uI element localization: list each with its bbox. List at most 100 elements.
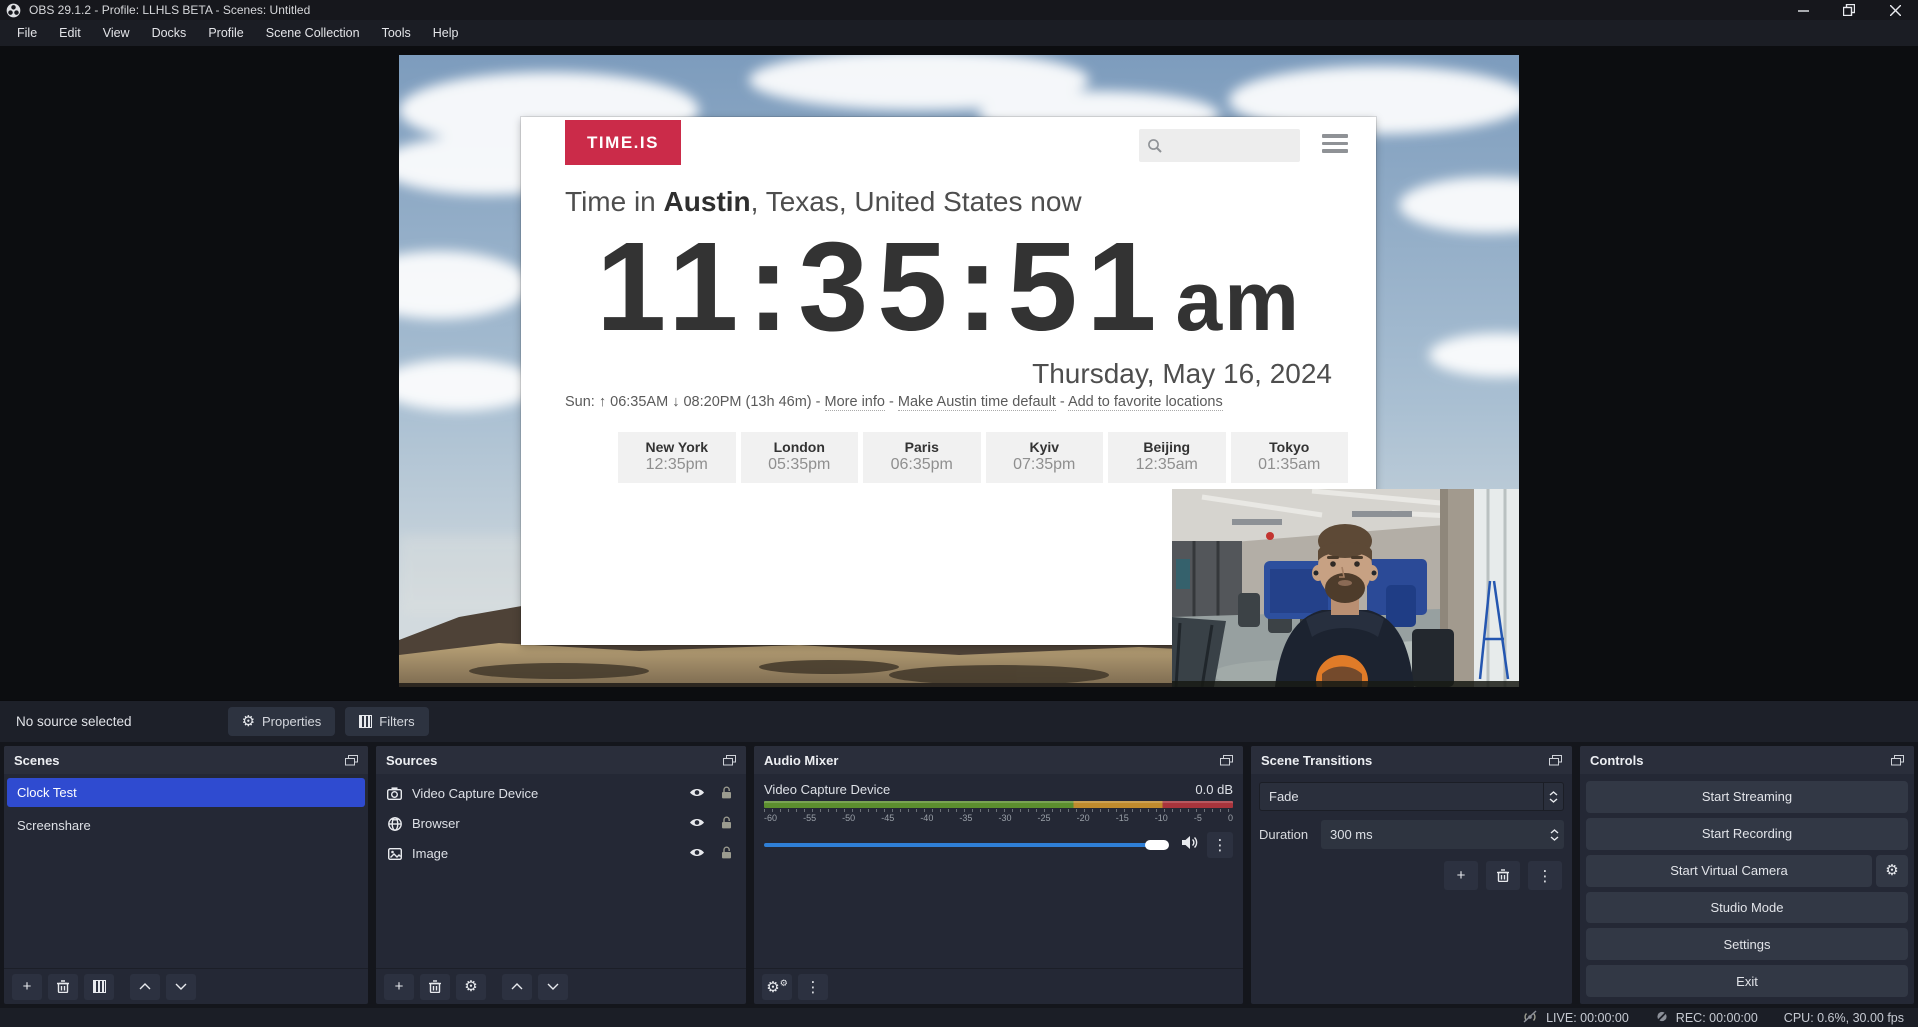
- timeis-logo[interactable]: TIME.IS: [565, 120, 681, 165]
- source-down-button[interactable]: [538, 974, 568, 1000]
- popout-icon[interactable]: [1220, 755, 1233, 766]
- title-bar: OBS 29.1.2 - Profile: LLHLS BETA - Scene…: [0, 0, 1918, 20]
- combo-arrows-icon[interactable]: [1543, 783, 1563, 810]
- live-time: LIVE: 00:00:00: [1546, 1011, 1629, 1025]
- city-newyork[interactable]: New York12:35pm: [618, 432, 736, 483]
- source-properties-button[interactable]: ⚙: [456, 974, 486, 1000]
- channel-options-button[interactable]: ⋮: [1207, 832, 1233, 858]
- scene-filters-button[interactable]: [84, 974, 114, 1000]
- mixer-db-value: 0.0 dB: [1195, 782, 1233, 797]
- sources-title: Sources: [386, 753, 437, 768]
- restore-button[interactable]: [1826, 0, 1872, 20]
- minimize-button[interactable]: [1780, 0, 1826, 20]
- lock-icon[interactable]: [721, 816, 732, 832]
- volume-slider[interactable]: [764, 835, 1174, 855]
- scene-item-screenshare[interactable]: Screenshare: [7, 811, 365, 840]
- obs-window: OBS 29.1.2 - Profile: LLHLS BETA - Scene…: [0, 0, 1918, 1027]
- advanced-audio-button[interactable]: ⚙⚙: [762, 974, 792, 1000]
- audio-mixer-title: Audio Mixer: [764, 753, 838, 768]
- scene-up-button[interactable]: [130, 974, 160, 1000]
- add-transition-button[interactable]: +: [1444, 861, 1478, 890]
- visibility-eye-icon[interactable]: [689, 786, 705, 801]
- obs-logo-icon: [6, 3, 21, 18]
- camera-icon: [386, 787, 403, 800]
- start-recording-button[interactable]: Start Recording: [1586, 818, 1908, 850]
- scenes-title: Scenes: [14, 753, 60, 768]
- more-info-link[interactable]: More info: [825, 394, 885, 411]
- menu-view[interactable]: View: [92, 20, 141, 46]
- popout-icon[interactable]: [1549, 755, 1562, 766]
- filters-button[interactable]: Filters: [345, 707, 428, 736]
- scene-transitions-panel: Scene Transitions Fade Duration 300 ms: [1251, 746, 1572, 1004]
- world-cities-strip: New York12:35pm London05:35pm Paris06:35…: [618, 432, 1348, 483]
- add-scene-button[interactable]: +: [12, 974, 42, 1000]
- menu-docks[interactable]: Docks: [141, 20, 198, 46]
- transition-options-button[interactable]: ⋮: [1528, 861, 1562, 890]
- source-item-browser[interactable]: Browser: [376, 810, 746, 837]
- program-canvas[interactable]: TIME.IS Time in Austin, Texas, United St…: [399, 55, 1519, 687]
- gear-icon: ⚙: [464, 979, 477, 994]
- sun-info-line: Sun: ↑ 06:35AM ↓ 08:20PM (13h 46m) - Mor…: [565, 394, 1332, 410]
- webcam-video[interactable]: [1172, 489, 1519, 687]
- popout-icon[interactable]: [345, 755, 358, 766]
- popout-icon[interactable]: [723, 755, 736, 766]
- dock-area: Scenes Clock Test Screenshare + Sources: [0, 742, 1918, 1008]
- menu-profile[interactable]: Profile: [197, 20, 254, 46]
- start-streaming-button[interactable]: Start Streaming: [1586, 781, 1908, 813]
- lock-icon[interactable]: [721, 846, 732, 862]
- visibility-eye-icon[interactable]: [689, 846, 705, 861]
- controls-title: Controls: [1590, 753, 1643, 768]
- properties-button[interactable]: ⚙ Properties: [228, 707, 336, 736]
- duration-input[interactable]: 300 ms: [1321, 820, 1564, 849]
- studio-mode-button[interactable]: Studio Mode: [1586, 892, 1908, 924]
- city-tokyo[interactable]: Tokyo01:35am: [1231, 432, 1349, 483]
- source-up-button[interactable]: [502, 974, 532, 1000]
- transitions-title: Scene Transitions: [1261, 753, 1372, 768]
- spinner-arrows-icon[interactable]: [1544, 820, 1564, 849]
- controls-panel: Controls Start Streaming Start Recording…: [1580, 746, 1914, 1004]
- close-button[interactable]: [1872, 0, 1918, 20]
- menu-help[interactable]: Help: [422, 20, 470, 46]
- city-beijing[interactable]: Beijing12:35am: [1108, 432, 1226, 483]
- remove-source-button[interactable]: [420, 974, 450, 1000]
- city-kyiv[interactable]: Kyiv07:35pm: [986, 432, 1104, 483]
- globe-icon: [386, 817, 403, 831]
- city-london[interactable]: London05:35pm: [741, 432, 859, 483]
- add-source-button[interactable]: +: [384, 974, 414, 1000]
- menu-file[interactable]: File: [6, 20, 48, 46]
- record-inactive-icon: [1655, 1010, 1669, 1026]
- transition-select[interactable]: Fade: [1259, 782, 1564, 811]
- exit-button[interactable]: Exit: [1586, 965, 1908, 997]
- hamburger-menu-icon[interactable]: [1322, 134, 1348, 157]
- menu-tools[interactable]: Tools: [371, 20, 422, 46]
- window-title: OBS 29.1.2 - Profile: LLHLS BETA - Scene…: [29, 3, 310, 17]
- source-item-video-capture[interactable]: Video Capture Device: [376, 780, 746, 807]
- settings-button[interactable]: Settings: [1586, 928, 1908, 960]
- scene-down-button[interactable]: [166, 974, 196, 1000]
- stream-inactive-icon: [1521, 1010, 1539, 1026]
- meter-tickmarks: [764, 809, 1233, 812]
- start-virtual-camera-button[interactable]: Start Virtual Camera: [1586, 855, 1872, 887]
- source-toolbar: No source selected ⚙ Properties Filters: [0, 700, 1918, 742]
- source-item-image[interactable]: Image: [376, 840, 746, 867]
- clock-meridiem: am: [1176, 259, 1301, 343]
- remove-scene-button[interactable]: [48, 974, 78, 1000]
- search-input[interactable]: [1139, 129, 1300, 162]
- visibility-eye-icon[interactable]: [689, 816, 705, 831]
- scene-item-clock-test[interactable]: Clock Test: [7, 778, 365, 807]
- rec-time: REC: 00:00:00: [1676, 1011, 1758, 1025]
- remove-transition-button[interactable]: [1486, 861, 1520, 890]
- menu-edit[interactable]: Edit: [48, 20, 92, 46]
- lock-icon[interactable]: [721, 786, 732, 802]
- cpu-fps-stats: CPU: 0.6%, 30.00 fps: [1784, 1011, 1904, 1025]
- make-default-link[interactable]: Make Austin time default: [898, 394, 1056, 411]
- city-paris[interactable]: Paris06:35pm: [863, 432, 981, 483]
- menu-bar: File Edit View Docks Profile Scene Colle…: [0, 20, 1918, 46]
- mixer-options-button[interactable]: ⋮: [798, 974, 828, 1000]
- speaker-icon[interactable]: [1182, 835, 1199, 855]
- virtual-camera-settings-button[interactable]: ⚙: [1876, 855, 1908, 887]
- volume-slider-handle[interactable]: [1145, 840, 1169, 850]
- menu-scene-collection[interactable]: Scene Collection: [255, 20, 371, 46]
- add-favorite-link[interactable]: Add to favorite locations: [1068, 394, 1223, 411]
- popout-icon[interactable]: [1891, 755, 1904, 766]
